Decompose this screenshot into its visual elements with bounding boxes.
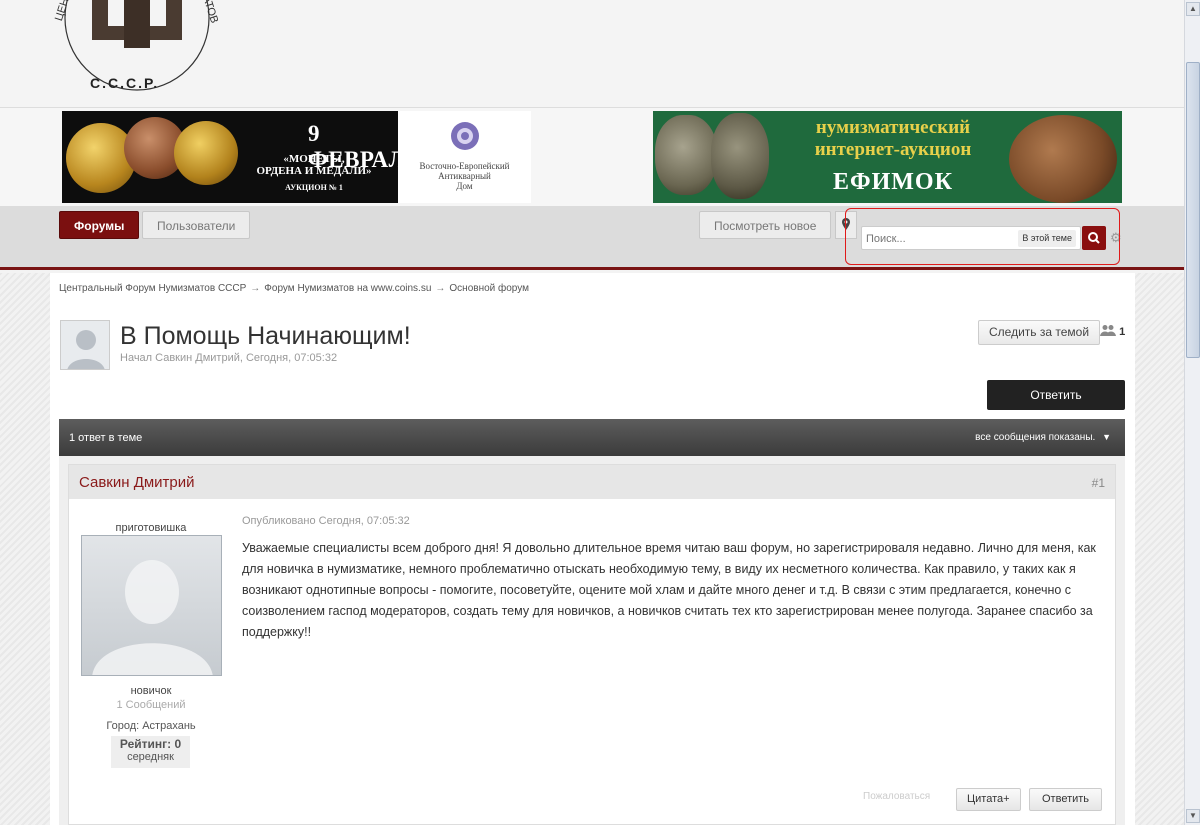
- post-container: Савкин Дмитрий #1 приготовишка новичок 1…: [59, 456, 1125, 825]
- default-avatar-icon: [67, 330, 105, 369]
- author-rank: приготовишка: [115, 522, 187, 534]
- followers-count[interactable]: 1: [1100, 324, 1125, 338]
- annotation-highlight-box: [845, 208, 1120, 265]
- author-post-count[interactable]: 1 Сообщений: [81, 699, 221, 711]
- chevron-down-icon: ▼: [1102, 432, 1111, 442]
- topic-starter-avatar[interactable]: [60, 320, 110, 370]
- site-logo[interactable]: ЦЕНТРА МАТОВ С.С.С.Р.: [52, 0, 222, 98]
- auction-house-banner[interactable]: Восточно-Европейский Антикварный Дом: [398, 111, 531, 203]
- copper-coin-image: [1009, 115, 1117, 203]
- default-avatar-icon: [92, 560, 213, 675]
- users-icon: [1100, 325, 1116, 336]
- post-body: Уважаемые специалисты всем доброго дня! …: [242, 541, 1096, 639]
- scroll-down-icon[interactable]: ▼: [1186, 809, 1200, 823]
- gem-logo-icon: [451, 122, 479, 150]
- rating-value: Рейтинг: 0: [119, 737, 182, 751]
- tab-forums[interactable]: Форумы: [59, 211, 140, 239]
- author-city: Город: Астрахань: [106, 720, 196, 732]
- banner-brand: ЕФИМОК: [832, 169, 953, 195]
- auction-house-name: Восточно-Европейский Антикварный Дом: [419, 161, 510, 191]
- logo-ring-right: МАТОВ: [197, 0, 220, 25]
- topic-controls-bar: 1 ответ в теме все сообщения показаны. ▼: [59, 419, 1125, 456]
- tab-users[interactable]: Пользователи: [142, 211, 251, 239]
- author-group: новичок: [130, 685, 172, 697]
- banner-strip: 9 ФЕВРАЛЯ «МОНЕТЫ, ОРДЕНА И МЕДАЛИ» АУКЦ…: [0, 108, 1184, 206]
- breadcrumb-separator: →: [435, 283, 446, 294]
- post-author-link[interactable]: Савкин Дмитрий: [79, 474, 195, 491]
- reply-button[interactable]: Ответить: [987, 380, 1125, 410]
- reply-count: 1 ответ в теме: [69, 432, 143, 444]
- post-number-link[interactable]: #1: [1092, 476, 1105, 490]
- quote-button[interactable]: Цитата+: [956, 788, 1021, 811]
- topic-meta: Начал Савкин Дмитрий, Сегодня, 07:05:32: [120, 352, 338, 364]
- author-avatar[interactable]: [81, 535, 222, 676]
- report-link[interactable]: Пожаловаться: [863, 791, 930, 802]
- banner-auction-number: АУКЦИОН № 1: [285, 183, 343, 192]
- rating-level: середняк: [127, 751, 174, 763]
- view-new-button[interactable]: Посмотреть новое: [699, 211, 832, 239]
- reply-post-button[interactable]: Ответить: [1029, 788, 1103, 811]
- auction-banner-right[interactable]: нумизматический интернет-аукцион ЕФИМОК: [653, 111, 1122, 203]
- breadcrumb-item[interactable]: Форум Нумизматов на www.coins.su: [264, 283, 431, 294]
- follow-topic-button[interactable]: Следить за темой: [978, 320, 1101, 345]
- breadcrumb: Центральный Форум Нумизматов СССР → Форум …: [59, 283, 529, 294]
- post-card: Савкин Дмитрий #1 приготовишка новичок 1…: [68, 464, 1116, 825]
- scrollbar-thumb[interactable]: [1186, 62, 1200, 358]
- post-header: Савкин Дмитрий #1: [69, 465, 1115, 499]
- page-title: В Помощь Начинающим!: [120, 322, 411, 350]
- site-header: ЦЕНТРА МАТОВ С.С.С.Р.: [0, 0, 1184, 108]
- banner-tagline: нумизматический интернет-аукцион: [814, 117, 972, 160]
- post-date: Опубликовано Сегодня, 07:05:32: [242, 515, 410, 527]
- vertical-scrollbar[interactable]: ▲ ▼: [1184, 0, 1200, 825]
- banner-subtitle: «МОНЕТЫ, ОРДЕНА И МЕДАЛИ»: [256, 153, 372, 177]
- post-filter-dropdown[interactable]: все сообщения показаны. ▼: [975, 432, 1111, 443]
- silver-coin-image: [711, 113, 769, 199]
- gold-medal-image: [174, 121, 238, 185]
- owl-coin-image: [655, 115, 717, 195]
- breadcrumb-separator: →: [250, 283, 261, 294]
- rating-badge: Рейтинг: 0 середняк: [111, 736, 190, 768]
- breadcrumb-item[interactable]: Основной форум: [449, 283, 529, 294]
- scroll-up-icon[interactable]: ▲: [1186, 2, 1200, 16]
- logo-ring-bottom: С.С.С.Р.: [90, 75, 159, 91]
- breadcrumb-item[interactable]: Центральный Форум Нумизматов СССР: [59, 283, 246, 294]
- auction-banner-left[interactable]: 9 ФЕВРАЛЯ «МОНЕТЫ, ОРДЕНА И МЕДАЛИ» АУКЦ…: [62, 111, 398, 203]
